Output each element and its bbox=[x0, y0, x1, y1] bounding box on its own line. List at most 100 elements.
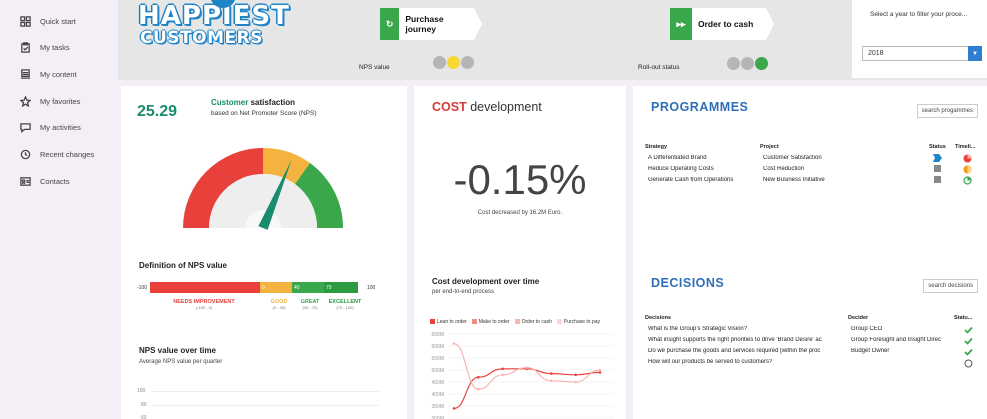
sidebar-item-my-activities[interactable]: My activities bbox=[19, 119, 81, 135]
data-point[interactable] bbox=[574, 380, 577, 384]
cost-subtitle: Cost decreased by 16.2M Euro. bbox=[477, 210, 563, 216]
legend-item[interactable]: Order to cash bbox=[514, 319, 552, 325]
grid-icon bbox=[19, 15, 31, 27]
data-point[interactable] bbox=[477, 375, 480, 379]
data-point[interactable] bbox=[525, 366, 529, 369]
filter-label: Select a year to filter your proce... bbox=[870, 11, 968, 18]
search-programmes-input[interactable]: search progammes bbox=[916, 104, 978, 118]
sidebar-item-label: Recent changes bbox=[40, 149, 95, 159]
y-tick-label: 600M bbox=[431, 344, 444, 350]
check-icon bbox=[964, 326, 973, 334]
rollout-status-label: Roll-out status bbox=[638, 64, 680, 71]
data-point[interactable] bbox=[477, 387, 480, 391]
data-point[interactable] bbox=[501, 367, 504, 371]
rollout-dot-grey bbox=[741, 57, 754, 70]
column-header[interactable]: Project bbox=[760, 144, 779, 150]
legend-swatch bbox=[430, 319, 435, 325]
data-point[interactable] bbox=[550, 372, 553, 375]
data-point[interactable] bbox=[550, 379, 553, 383]
sidebar-item-contacts[interactable]: Contacts bbox=[19, 173, 70, 189]
year-select[interactable]: 2018 ▼ bbox=[862, 46, 982, 61]
column-header[interactable]: Decider bbox=[848, 315, 868, 321]
legend-item[interactable]: Lean to order bbox=[430, 319, 467, 325]
clipboard-icon bbox=[19, 41, 31, 53]
order-to-cash-button[interactable]: ▸▸ Order to cash bbox=[670, 8, 774, 40]
timeline-green-icon bbox=[963, 176, 972, 185]
sidebar-item-recent-changes[interactable]: Recent changes bbox=[19, 146, 94, 162]
programmes-decisions-panel: PROGRAMMES search progammes Strategy Pro… bbox=[633, 86, 987, 419]
happiest-customers-logo: HAPPIEST CUSTOMERS bbox=[138, 0, 290, 48]
content-icon bbox=[19, 68, 31, 80]
column-header[interactable]: Statu... bbox=[954, 315, 972, 321]
data-point[interactable] bbox=[452, 342, 456, 345]
history-icon bbox=[19, 148, 31, 160]
nps-dot-grey bbox=[433, 56, 446, 69]
data-point[interactable] bbox=[598, 368, 602, 372]
cost-percentage: -0.15% bbox=[453, 156, 587, 203]
sidebar-item-label: Contacts bbox=[40, 176, 70, 186]
data-point[interactable] bbox=[574, 373, 577, 377]
gridline bbox=[151, 391, 379, 392]
rollout-dot-green bbox=[755, 57, 768, 70]
decider-cell[interactable]: Budget Owner bbox=[851, 348, 956, 354]
check-icon bbox=[964, 337, 973, 345]
column-header[interactable]: Timeli... bbox=[955, 144, 975, 150]
strategy-cell[interactable]: A Differentiated Brand bbox=[648, 155, 756, 161]
satisfaction-subtitle: based on Net Promoter Score (NPS) bbox=[211, 110, 317, 117]
chevron-down-icon[interactable]: ▼ bbox=[968, 46, 982, 61]
strategy-cell[interactable]: Reduce Operating Costs bbox=[648, 166, 756, 172]
sidebar: Quick start My tasks My content My favor… bbox=[0, 0, 118, 419]
year-filter-panel: Select a year to filter your proce... 20… bbox=[852, 0, 987, 78]
purchase-journey-button[interactable]: ↻ Purchase journey bbox=[380, 8, 482, 40]
column-header[interactable]: Status bbox=[929, 144, 946, 150]
sidebar-item-my-content[interactable]: My content bbox=[19, 66, 77, 82]
project-cell[interactable]: Customer Satisfaction bbox=[763, 155, 883, 161]
legend-swatch bbox=[471, 319, 477, 325]
search-decisions-input[interactable]: search decisions bbox=[923, 279, 978, 293]
y-tick-label: 400M bbox=[431, 392, 444, 398]
sidebar-item-my-favorites[interactable]: My favorites bbox=[19, 93, 80, 109]
category-great: GREAT (40 - 70) bbox=[300, 299, 320, 310]
y-tick-label: 60 bbox=[141, 415, 147, 419]
decision-cell[interactable]: How will our products be served to custo… bbox=[648, 359, 844, 365]
data-point[interactable] bbox=[598, 371, 602, 374]
star-icon bbox=[19, 95, 31, 107]
decider-cell[interactable]: Group Foresight and Insight Direc bbox=[851, 337, 956, 343]
project-cell[interactable]: Cost Reduction bbox=[763, 166, 883, 172]
rollout-dot-grey bbox=[727, 57, 740, 70]
column-header[interactable]: Decisions bbox=[645, 315, 671, 321]
nps-definition-title: Definition of NPS value bbox=[139, 261, 228, 270]
sidebar-item-my-tasks[interactable]: My tasks bbox=[19, 39, 70, 55]
decision-cell[interactable]: Do we purchase the goods and services re… bbox=[648, 348, 844, 354]
decision-cell[interactable]: What is the Group's Strategic Vision? bbox=[648, 326, 844, 332]
category-needs-improvement: NEEDS IMPROVEMENT (-100 - 0) bbox=[173, 299, 235, 310]
open-circle-icon bbox=[964, 359, 973, 368]
data-point[interactable] bbox=[452, 407, 456, 410]
y-tick-label: 500M bbox=[431, 368, 444, 374]
project-cell[interactable]: New Business Initiative bbox=[763, 177, 883, 183]
cost-over-time-title: Cost development over time bbox=[432, 277, 540, 286]
sidebar-item-label: Quick start bbox=[40, 16, 76, 26]
customer-satisfaction-panel: 25.29 Customer satisfaction based on Net… bbox=[121, 86, 407, 419]
contacts-icon bbox=[19, 175, 31, 187]
y-tick-label: 450M bbox=[431, 380, 444, 386]
nps-score: 25.29 bbox=[137, 103, 178, 120]
sidebar-item-quick-start[interactable]: Quick start bbox=[19, 13, 76, 29]
sidebar-item-label: My activities bbox=[40, 122, 81, 132]
sidebar-item-label: My content bbox=[40, 69, 77, 79]
fast-forward-icon: ▸▸ bbox=[670, 8, 692, 40]
cost-title: COST development bbox=[432, 100, 542, 114]
status-arrow-icon bbox=[933, 154, 942, 162]
nps-dot-grey bbox=[461, 56, 474, 69]
column-header[interactable]: Strategy bbox=[645, 144, 667, 150]
decision-cell[interactable]: What insight supports the right prioriti… bbox=[648, 337, 844, 343]
legend-item[interactable]: Purchase to pay bbox=[556, 319, 600, 325]
y-tick-label: 100 bbox=[137, 388, 146, 394]
legend-item[interactable]: Make to order bbox=[471, 319, 510, 325]
legend-swatch bbox=[514, 319, 520, 325]
cost-over-time-subtitle: per end-to-end process bbox=[432, 289, 495, 295]
strategy-cell[interactable]: Generate Cash from Operations bbox=[648, 177, 760, 183]
data-point[interactable] bbox=[501, 373, 504, 377]
sidebar-item-label: My tasks bbox=[40, 42, 70, 52]
decider-cell[interactable]: Group CEO bbox=[851, 326, 956, 332]
